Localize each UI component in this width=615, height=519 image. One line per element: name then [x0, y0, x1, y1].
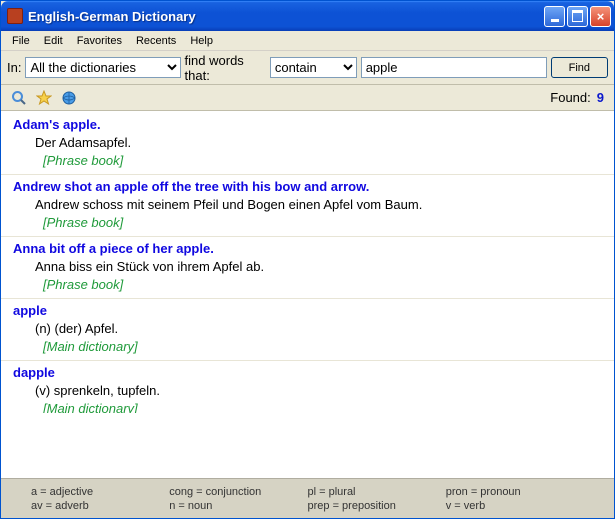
- legend-item: a = adjective: [31, 486, 169, 498]
- legend-item: pron = pronoun: [446, 486, 584, 498]
- menu-edit[interactable]: Edit: [37, 33, 70, 49]
- result-source: [Phrase book]: [13, 277, 602, 292]
- result-term[interactable]: Anna bit off a piece of her apple.: [13, 241, 602, 256]
- result-term[interactable]: Andrew shot an apple off the tree with h…: [13, 179, 602, 194]
- result-translation: (v) sprenkeln, tupfeln.: [13, 383, 602, 398]
- result-source: [Phrase book]: [13, 153, 602, 168]
- search-input[interactable]: [361, 57, 547, 78]
- result-entry: dapple (v) sprenkeln, tupfeln. [Main dic…: [1, 361, 614, 413]
- result-translation: Andrew schoss mit seinem Pfeil und Bogen…: [13, 197, 602, 212]
- close-button[interactable]: ×: [590, 6, 611, 27]
- result-term[interactable]: Adam's apple.: [13, 117, 602, 132]
- result-entry: Adam's apple. Der Adamsapfel. [Phrase bo…: [1, 113, 614, 175]
- window-title: English-German Dictionary: [28, 9, 544, 24]
- result-source: [Phrase book]: [13, 215, 602, 230]
- app-window: English-German Dictionary × File Edit Fa…: [0, 0, 615, 519]
- toolbar: Found: 9: [1, 85, 614, 111]
- result-source: [Main dictionary]: [13, 401, 602, 413]
- legend-item: v = verb: [446, 500, 584, 512]
- maximize-button[interactable]: [567, 6, 588, 27]
- result-translation: (n) (der) Apfel.: [13, 321, 602, 336]
- find-button[interactable]: Find: [551, 57, 608, 78]
- result-entry: apple (n) (der) Apfel. [Main dictionary]: [1, 299, 614, 361]
- result-entry: Andrew shot an apple off the tree with h…: [1, 175, 614, 237]
- find-words-label: find words that:: [185, 53, 266, 83]
- titlebar[interactable]: English-German Dictionary ×: [1, 1, 614, 31]
- web-icon[interactable]: [57, 87, 80, 109]
- legend-item: prep = preposition: [308, 500, 446, 512]
- legend-item: av = adverb: [31, 500, 169, 512]
- menu-help[interactable]: Help: [183, 33, 220, 49]
- result-translation: Der Adamsapfel.: [13, 135, 602, 150]
- menubar: File Edit Favorites Recents Help: [1, 31, 614, 51]
- found-count: 9: [597, 90, 604, 105]
- legend-item: n = noun: [169, 500, 307, 512]
- favorite-icon[interactable]: [32, 87, 55, 109]
- menu-favorites[interactable]: Favorites: [70, 33, 129, 49]
- result-source: [Main dictionary]: [13, 339, 602, 354]
- results-area: Adam's apple. Der Adamsapfel. [Phrase bo…: [1, 111, 614, 478]
- minimize-button[interactable]: [544, 6, 565, 27]
- match-mode-select[interactable]: contain: [270, 57, 357, 78]
- found-label: Found:: [550, 90, 590, 105]
- dictionary-select[interactable]: All the dictionaries: [25, 57, 180, 78]
- legend-item: pl = plural: [308, 486, 446, 498]
- result-translation: Anna biss ein Stück von ihrem Apfel ab.: [13, 259, 602, 274]
- legend: a = adjective cong = conjunction pl = pl…: [1, 478, 614, 518]
- results-list[interactable]: Adam's apple. Der Adamsapfel. [Phrase bo…: [1, 111, 614, 478]
- search-icon[interactable]: [7, 87, 30, 109]
- legend-item: cong = conjunction: [169, 486, 307, 498]
- result-term[interactable]: dapple: [13, 365, 602, 380]
- app-icon: [7, 8, 23, 24]
- menu-recents[interactable]: Recents: [129, 33, 183, 49]
- in-label: In:: [7, 60, 21, 75]
- search-bar: In: All the dictionaries find words that…: [1, 51, 614, 85]
- result-term[interactable]: apple: [13, 303, 602, 318]
- menu-file[interactable]: File: [5, 33, 37, 49]
- result-entry: Anna bit off a piece of her apple. Anna …: [1, 237, 614, 299]
